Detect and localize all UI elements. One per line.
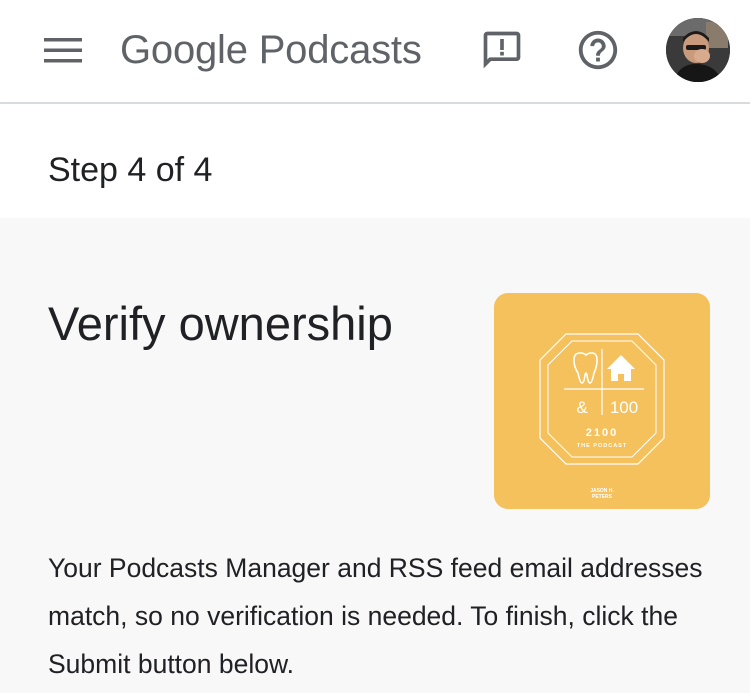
avatar-photo-icon bbox=[666, 18, 730, 82]
feedback-button[interactable] bbox=[474, 22, 530, 78]
help-button[interactable] bbox=[570, 22, 626, 78]
house-icon bbox=[607, 355, 635, 381]
top-app-bar: Google Podcasts bbox=[0, 0, 750, 104]
app-window: Google Podcasts Step 4 of 4 Verify owner… bbox=[0, 0, 750, 693]
menu-icon bbox=[44, 38, 82, 63]
step-indicator-bar: Step 4 of 4 bbox=[0, 104, 750, 218]
artwork-ampersand: & bbox=[576, 398, 588, 417]
page-title: Verify ownership bbox=[48, 297, 393, 350]
step-indicator: Step 4 of 4 bbox=[48, 151, 213, 189]
verification-description: Your Podcasts Manager and RSS feed email… bbox=[48, 553, 703, 679]
user-avatar[interactable] bbox=[666, 18, 730, 82]
help-icon bbox=[578, 30, 618, 70]
tooth-icon bbox=[573, 352, 598, 384]
artwork-number: 100 bbox=[610, 398, 638, 417]
artwork-show-subtitle: THE PODCAST bbox=[577, 443, 627, 449]
podcast-artwork: & 100 2100 THE PODCAST JASON H. PETERS bbox=[494, 293, 710, 509]
main-menu-button[interactable] bbox=[34, 28, 94, 72]
podcast-artwork-graphic: & 100 2100 THE PODCAST JASON H. PETERS bbox=[539, 333, 665, 500]
feedback-icon bbox=[483, 31, 521, 69]
artwork-show-number: 2100 bbox=[586, 427, 618, 439]
main-content: Verify ownership & 100 2100 THE PODCAST … bbox=[0, 218, 750, 693]
app-title: Google Podcasts bbox=[120, 28, 422, 72]
artwork-host-line2: PETERS bbox=[592, 494, 613, 500]
